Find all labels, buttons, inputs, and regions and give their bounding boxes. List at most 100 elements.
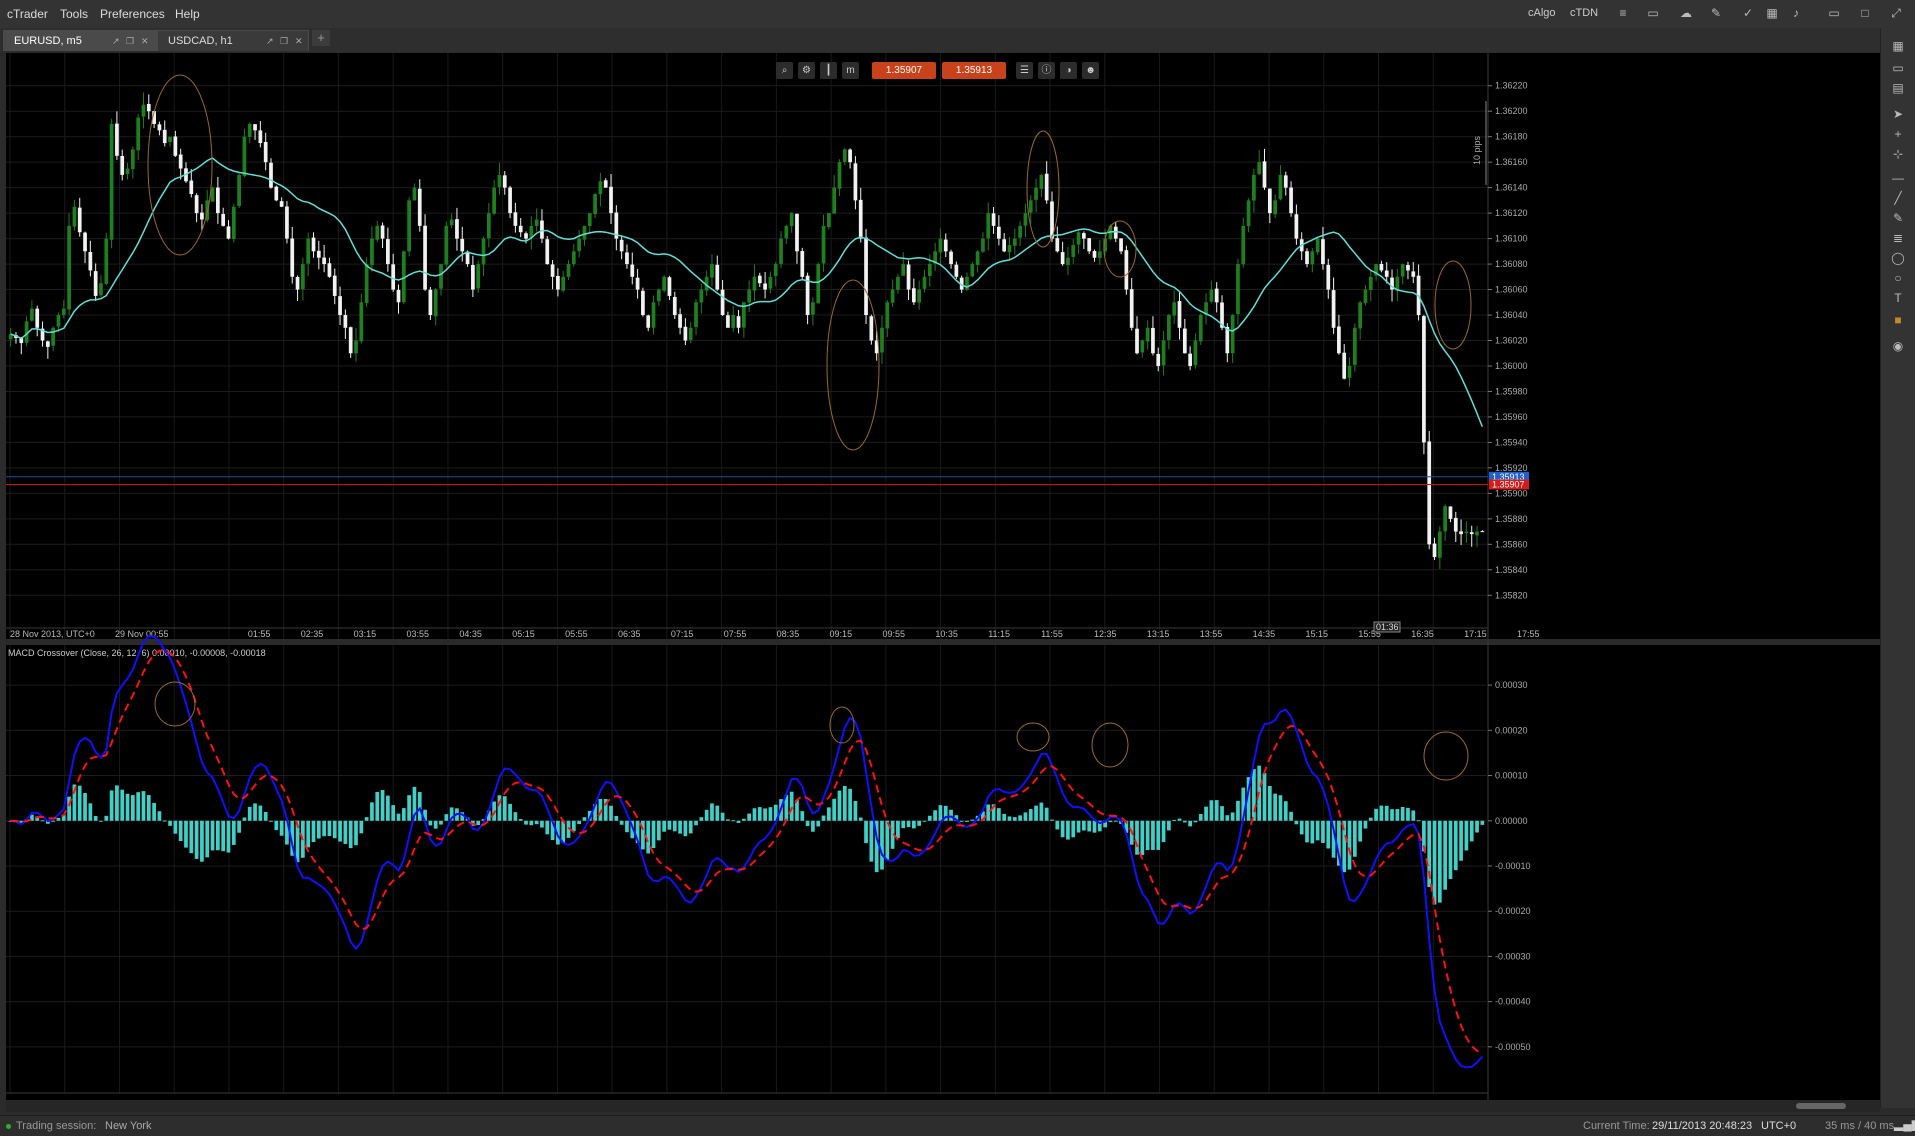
candle-body [1432, 543, 1437, 558]
text-icon[interactable]: T [1890, 290, 1906, 306]
annotation-ellipse[interactable] [1423, 731, 1469, 781]
scroll-thumb[interactable] [1796, 1103, 1846, 1109]
close-icon[interactable]: ✕ [141, 31, 149, 51]
annotation-ellipse[interactable] [1026, 130, 1060, 248]
menu-tools[interactable]: Tools [60, 7, 88, 21]
candle-body [896, 276, 900, 290]
candle-body [370, 238, 374, 266]
sound-icon[interactable]: ♪ [1788, 5, 1804, 21]
pencil-icon[interactable]: ✎ [1890, 210, 1906, 226]
list-icon[interactable]: ☰ [1016, 62, 1033, 79]
macd-histogram-bar [120, 789, 125, 821]
macd-histogram-bar [922, 820, 927, 822]
language-icon[interactable]: ▭ [1826, 5, 1842, 21]
menu-ctrader[interactable]: cTrader [7, 7, 48, 21]
horizontal-scrollbar[interactable] [6, 1100, 1880, 1112]
macd-histogram-bar [391, 805, 396, 821]
candle-body [93, 271, 98, 296]
fullscreen-icon[interactable]: ⤢ [1888, 5, 1904, 21]
candle-body [757, 275, 762, 284]
settings-icon[interactable]: ✎ [1708, 5, 1724, 21]
tab-eurusd[interactable]: EURUSD, m5 ↗ ❐ ✕ [3, 30, 158, 51]
macd-tick-label: -0.00010 [1495, 861, 1531, 871]
duplicate-icon[interactable]: ❐ [280, 31, 288, 51]
calgo-button[interactable]: cAlgo [1528, 7, 1556, 19]
chart-type-icon[interactable]: ┃ [820, 62, 837, 79]
macd-histogram-bar [683, 820, 688, 837]
macd-histogram-bar [1443, 820, 1448, 890]
candle-body [1230, 315, 1235, 354]
tab-usdcad[interactable]: USDCAD, h1 ↗ ❐ ✕ [157, 30, 309, 51]
timeframe-icon[interactable]: m [842, 62, 859, 79]
multi-chart-icon[interactable]: ▤ [1890, 80, 1906, 96]
candle-body [449, 219, 454, 226]
sentiment-icon[interactable]: ◑ [1060, 62, 1077, 79]
candle-body [816, 264, 821, 304]
alert-icon[interactable]: ☁ [1678, 5, 1694, 21]
add-tab-button[interactable]: + [312, 30, 330, 46]
cursor-icon[interactable]: ➤ [1890, 106, 1906, 122]
buy-price-button[interactable]: 1.35913 [942, 62, 1006, 79]
macd-histogram-bar [1448, 820, 1453, 880]
fib-icon[interactable]: ≣ [1890, 230, 1906, 246]
candle-body [1172, 302, 1177, 316]
candle-body [832, 187, 837, 214]
annotation-ellipse[interactable] [1091, 722, 1129, 768]
zoom-icon[interactable]: ⊹ [1890, 146, 1906, 162]
timezone-select[interactable]: UTC+0 [1761, 1120, 1796, 1132]
macd-histogram-bar [917, 820, 922, 826]
calculator-icon[interactable]: ▦ [1764, 5, 1780, 21]
camera-icon[interactable]: ◉ [1890, 338, 1906, 354]
users-icon[interactable]: ☻ [1082, 62, 1099, 79]
candle-body [986, 213, 991, 239]
zoom-icon[interactable]: ⌕ [776, 62, 793, 79]
annotation-ellipse[interactable] [1016, 722, 1050, 752]
ctdn-button[interactable]: cTDN [1570, 7, 1598, 19]
chart-settings-icon[interactable]: ⚙ [798, 62, 815, 79]
trendline-icon[interactable]: ╱ [1890, 190, 1906, 206]
crosshair-icon[interactable]: + [1890, 126, 1906, 142]
hline-icon[interactable]: — [1890, 170, 1906, 186]
tv-icon[interactable]: ▭ [1645, 5, 1661, 21]
close-icon[interactable]: ✕ [295, 31, 303, 51]
candle-body [444, 225, 449, 265]
price-chart[interactable]: 1.36220 1.36200 1.36180 1.36160 1.36140 1.361… [6, 53, 1880, 1100]
duplicate-icon[interactable]: ❐ [126, 31, 134, 51]
circle-icon[interactable]: ○ [1890, 270, 1906, 286]
info-icon[interactable]: ⓘ [1038, 62, 1055, 79]
macd-histogram-bar [805, 820, 810, 827]
macd-histogram-bar [965, 820, 969, 822]
detach-icon[interactable]: ↗ [266, 31, 274, 51]
macd-tick-label: 0.00010 [1495, 771, 1528, 781]
macd-histogram-bar [911, 820, 916, 829]
menu-help[interactable]: Help [175, 7, 200, 21]
macd-histogram-bar [614, 815, 619, 821]
candle-body [354, 340, 358, 354]
single-chart-icon[interactable]: ▭ [1890, 60, 1906, 76]
sell-price-button[interactable]: 1.35907 [872, 62, 936, 79]
macd-histogram-bar [667, 820, 672, 830]
color-icon[interactable]: ■ [1890, 312, 1906, 328]
macd-histogram-bar [1453, 820, 1458, 871]
candle-body [1039, 174, 1044, 189]
annotation-ellipse[interactable] [154, 681, 196, 727]
candle-body [943, 239, 948, 252]
candle-body [1283, 175, 1288, 188]
detach-icon[interactable]: ↗ [112, 31, 120, 51]
chart-area[interactable]: 1.36220 1.36200 1.36180 1.36160 1.36140 1.361… [6, 53, 1880, 1100]
check-icon[interactable]: ✓ [1740, 5, 1756, 21]
notes-icon[interactable]: ≡ [1615, 5, 1631, 21]
window-icon[interactable]: □ [1857, 5, 1873, 21]
pane-separator[interactable] [6, 639, 1880, 645]
time-tick-label: 07:15 [671, 629, 694, 639]
macd-histogram-bar [205, 820, 210, 858]
signal-line [10, 649, 1483, 1054]
candle-body [486, 213, 491, 239]
annotation-ellipse[interactable] [1434, 260, 1472, 350]
candle-body [253, 124, 257, 131]
macd-histogram-bar [1390, 809, 1394, 821]
annotation-ellipse[interactable] [826, 279, 880, 451]
ellipse-icon[interactable]: ◯ [1890, 250, 1906, 266]
layout-icon[interactable]: ▦ [1890, 38, 1906, 54]
menu-preferences[interactable]: Preferences [100, 7, 165, 21]
